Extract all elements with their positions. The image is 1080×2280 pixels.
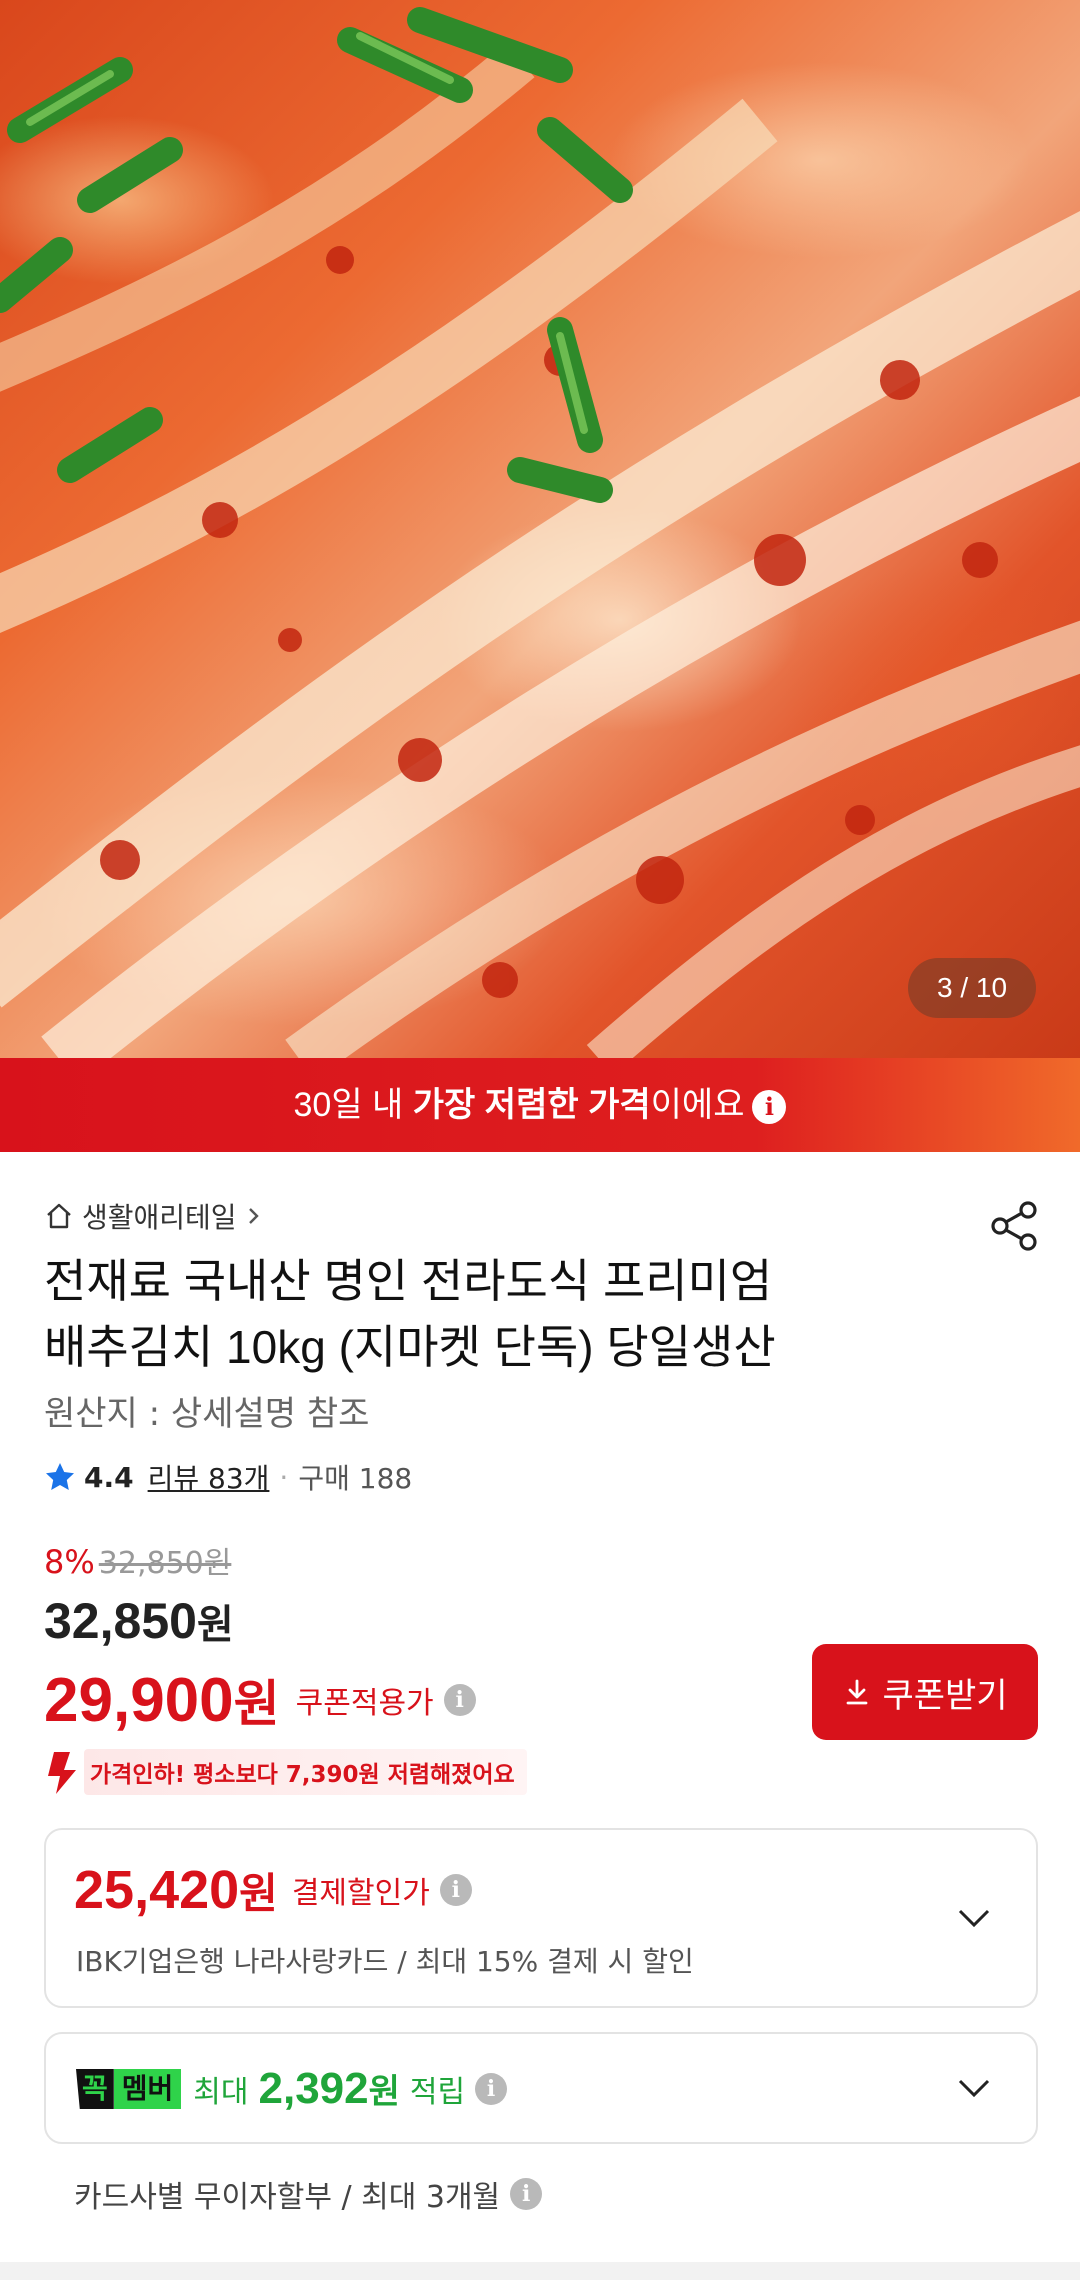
- image-page-indicator: 3 / 10: [908, 958, 1036, 1018]
- product-title-line2: 배추김치 10kg (지마켓 단독) 당일생산: [44, 1321, 776, 1373]
- payment-price: 25,420원: [74, 1859, 278, 1921]
- member-reward-row: 꼭 멤버 최대 2,392원 적립 i: [76, 2060, 508, 2118]
- section-divider: [0, 2262, 1080, 2280]
- member-reward-amount: 2,392: [258, 2064, 369, 2113]
- sale-price-unit: 원: [196, 1603, 234, 1647]
- member-badge-right: 멤버: [113, 2069, 182, 2109]
- member-reward-suffix: 적립: [409, 2075, 466, 2110]
- payment-description: IBK기업은행 나라사랑카드 / 최대 15% 결제 시 할인: [76, 1945, 694, 1978]
- price-drop-text: 가격인하! 평소보다 7,390원 저렴해졌어요: [84, 1749, 527, 1795]
- star-icon: [46, 1463, 74, 1490]
- payment-price-label: 결제할인가: [291, 1876, 430, 1911]
- payment-price-amount: 25,420: [74, 1860, 240, 1920]
- info-icon[interactable]: i: [443, 1684, 476, 1716]
- review-count-link[interactable]: 리뷰 83개: [148, 1457, 270, 1497]
- member-badge-left: 꼭: [76, 2069, 114, 2109]
- discount-row: 8% 32,850원: [44, 1538, 232, 1581]
- installment-info: 카드사별 무이자할부 / 최대 3개월 i: [74, 2170, 543, 2218]
- member-badge: 꼭 멤버: [76, 2069, 182, 2109]
- coupon-price-label: 쿠폰적용가: [295, 1686, 434, 1721]
- banner-prefix: 30일 내: [293, 1086, 413, 1124]
- product-image-gallery[interactable]: 3 / 10: [0, 0, 1080, 1058]
- banner-suffix: 이에요: [650, 1086, 745, 1124]
- info-icon[interactable]: i: [475, 2073, 508, 2105]
- info-icon[interactable]: i: [439, 1874, 472, 1906]
- discount-rate: 8%: [44, 1543, 95, 1581]
- get-coupon-label: 쿠폰받기: [882, 1676, 1008, 1715]
- payment-discount-card[interactable]: 25,420원 결제할인가 i IBK기업은행 나라사랑카드 / 최대 15% …: [44, 1828, 1038, 2008]
- seller-name: 생활애리테일: [82, 1201, 237, 1234]
- sale-price-amount: 32,850: [44, 1593, 197, 1649]
- purchase-count: 구매 188: [298, 1462, 413, 1495]
- banner-highlight: 가장 저렴한 가격: [412, 1086, 651, 1124]
- payment-price-row: 25,420원 결제할인가 i: [74, 1858, 472, 1922]
- chevron-right-icon: [248, 1208, 259, 1224]
- info-icon[interactable]: i: [510, 2178, 543, 2210]
- get-coupon-button[interactable]: 쿠폰받기: [812, 1644, 1038, 1740]
- member-reward: 2,392원: [259, 2064, 400, 2114]
- share-icon[interactable]: [986, 1198, 1042, 1254]
- sale-price: 32,850원: [44, 1592, 234, 1650]
- seller-link[interactable]: 생활애리테일: [44, 1196, 263, 1236]
- member-reward-unit: 원: [368, 2073, 400, 2111]
- coupon-price-row: 29,900원 쿠폰적용가 i: [44, 1664, 476, 1736]
- kimchi-photo: [0, 7, 1080, 1058]
- member-reward-card[interactable]: 꼭 멤버 최대 2,392원 적립 i: [44, 2032, 1038, 2144]
- price-drop-notice: 가격인하! 평소보다 7,390원 저렴해졌어요: [44, 1749, 527, 1795]
- origin-info: 원산지 : 상세설명 참조: [44, 1394, 370, 1434]
- member-reward-prefix: 최대: [193, 2075, 249, 2110]
- coupon-price-amount: 29,900: [44, 1666, 234, 1735]
- download-icon: [847, 1679, 868, 1705]
- product-page: 3 / 10 30일 내 가장 저렴한 가격이에요 i 생활애리테일 전재료 국내…: [0, 0, 1080, 2280]
- installment-text: 카드사별 무이자할부 / 최대 3개월: [74, 2180, 501, 2215]
- product-title: 전재료 국내산 명인 전라도식 프리미엄 배추김치 10kg (지마켓 단독) …: [44, 1248, 944, 1380]
- original-price: 32,850원: [98, 1546, 232, 1581]
- down-arrow-icon: [48, 1752, 76, 1794]
- info-icon[interactable]: i: [752, 1090, 787, 1125]
- rating-score: 4.4: [84, 1460, 134, 1494]
- product-title-line1: 전재료 국내산 명인 전라도식 프리미엄: [44, 1255, 773, 1307]
- payment-price-unit: 원: [239, 1870, 278, 1917]
- lowest-price-banner[interactable]: 30일 내 가장 저렴한 가격이에요 i: [0, 1058, 1080, 1152]
- chevron-down-icon[interactable]: [954, 2068, 994, 2108]
- rating-row: 4.4 리뷰 83개 · 구매 188: [44, 1456, 412, 1498]
- coupon-price-unit: 원: [233, 1676, 280, 1732]
- separator: ·: [279, 1460, 289, 1494]
- home-icon: [47, 1203, 71, 1229]
- chevron-down-icon[interactable]: [954, 1898, 994, 1938]
- coupon-price: 29,900원: [44, 1664, 280, 1736]
